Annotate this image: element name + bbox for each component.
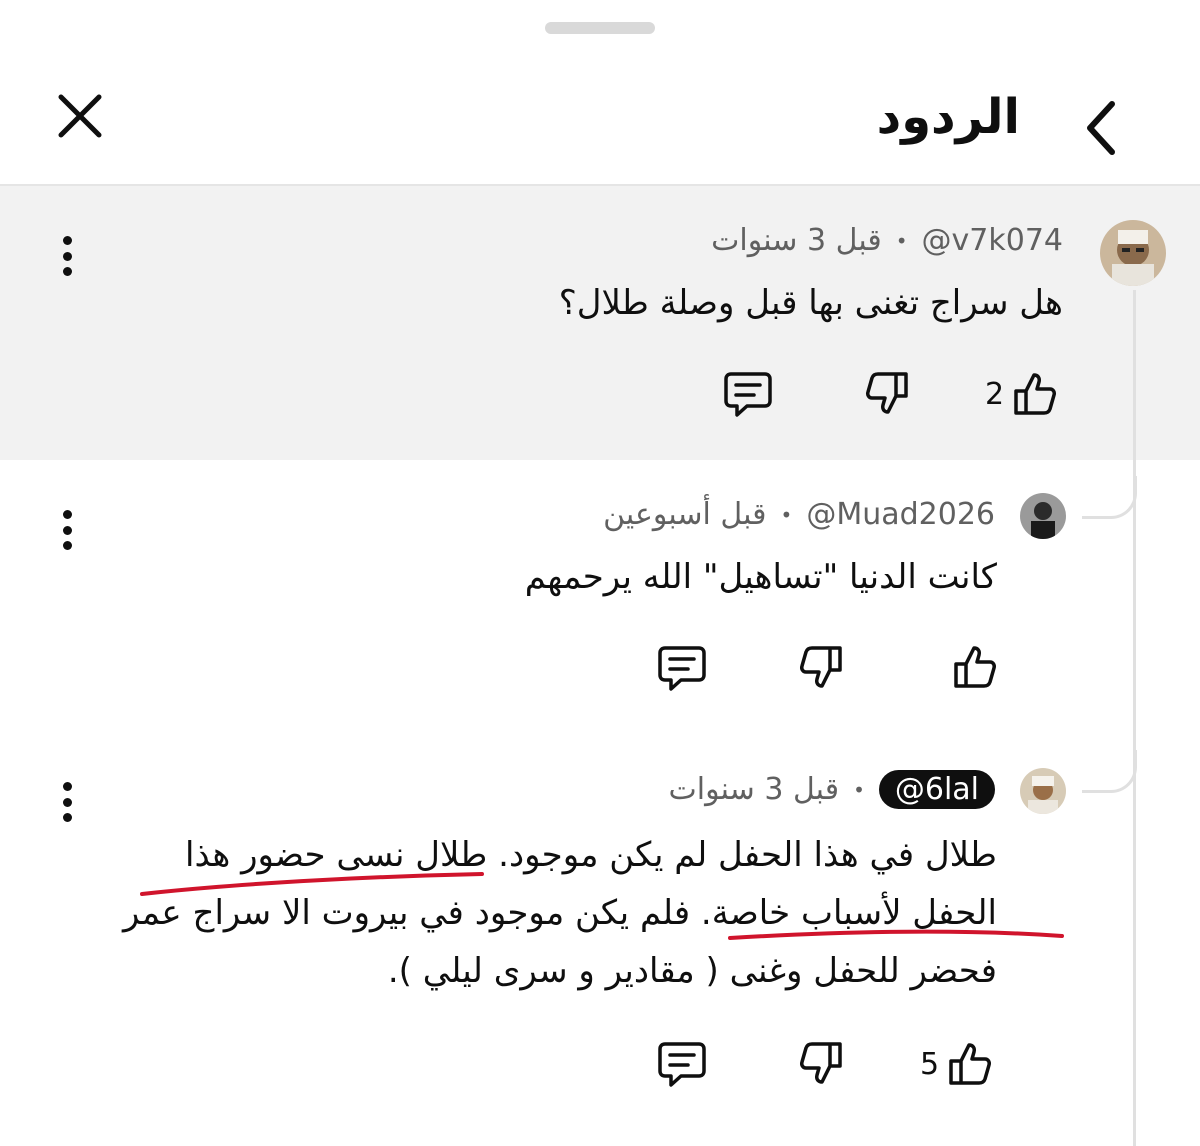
like-button[interactable]: 2 xyxy=(985,368,1058,420)
avatar[interactable] xyxy=(1020,768,1066,814)
dislike-button[interactable] xyxy=(798,1040,844,1086)
reply-button[interactable] xyxy=(657,1040,707,1088)
reply-button[interactable] xyxy=(723,370,773,418)
thread-line xyxy=(1133,290,1136,1146)
dislike-icon xyxy=(800,646,842,688)
comment-author[interactable]: @Muad2026 xyxy=(806,497,995,532)
comment-author[interactable]: @v7k074 xyxy=(922,223,1063,258)
comment-time: قبل 3 سنوات xyxy=(668,772,840,807)
like-icon xyxy=(949,1043,992,1085)
dislike-icon xyxy=(866,372,908,414)
comment-meta: @v7k074 • قبل 3 سنوات xyxy=(711,223,1063,258)
avatar[interactable] xyxy=(1100,220,1166,286)
like-button[interactable] xyxy=(952,644,998,690)
comment-text: كانت الدنيا "تساهيل" الله يرحمهم xyxy=(524,557,997,597)
reply-icon xyxy=(658,646,706,691)
like-count: 5 xyxy=(920,1046,940,1082)
comment-meta: @Muad2026 • قبل أسبوعين xyxy=(603,497,995,532)
comment-meta: @6lal • قبل 3 سنوات xyxy=(668,770,995,809)
reply-button[interactable] xyxy=(657,644,707,692)
dislike-icon xyxy=(800,1042,842,1084)
dislike-button[interactable] xyxy=(798,644,844,690)
drag-handle[interactable] xyxy=(545,22,655,34)
chevron-back-icon[interactable] xyxy=(1062,88,1142,168)
reply-icon xyxy=(724,372,772,417)
like-button[interactable]: 5 xyxy=(920,1040,993,1088)
comment-time: قبل أسبوعين xyxy=(603,497,767,532)
comment-time: قبل 3 سنوات xyxy=(711,223,882,258)
close-icon[interactable] xyxy=(52,88,108,144)
thread-connector xyxy=(1082,750,1137,793)
red-annotation-underline xyxy=(140,872,1064,940)
comment-text: هل سراج تغنى بها قبل وصلة طلال؟ xyxy=(558,283,1063,323)
sheet-header: الردود xyxy=(0,60,1200,186)
comment-author-badge[interactable]: @6lal xyxy=(878,770,995,809)
like-icon xyxy=(954,646,996,688)
more-vert-icon[interactable] xyxy=(57,510,77,550)
reply-icon xyxy=(658,1042,706,1087)
more-vert-icon[interactable] xyxy=(57,236,77,276)
replies-sheet: الردود @v7k074 • قبل 3 سنوات هل سراج تغن… xyxy=(0,0,1200,1146)
avatar[interactable] xyxy=(1020,493,1066,539)
more-vert-icon[interactable] xyxy=(57,782,77,822)
like-count: 2 xyxy=(985,376,1005,412)
like-icon xyxy=(1014,373,1057,415)
page-title: الردود xyxy=(876,89,1020,145)
thread-connector xyxy=(1082,476,1137,519)
dislike-button[interactable] xyxy=(864,370,910,416)
